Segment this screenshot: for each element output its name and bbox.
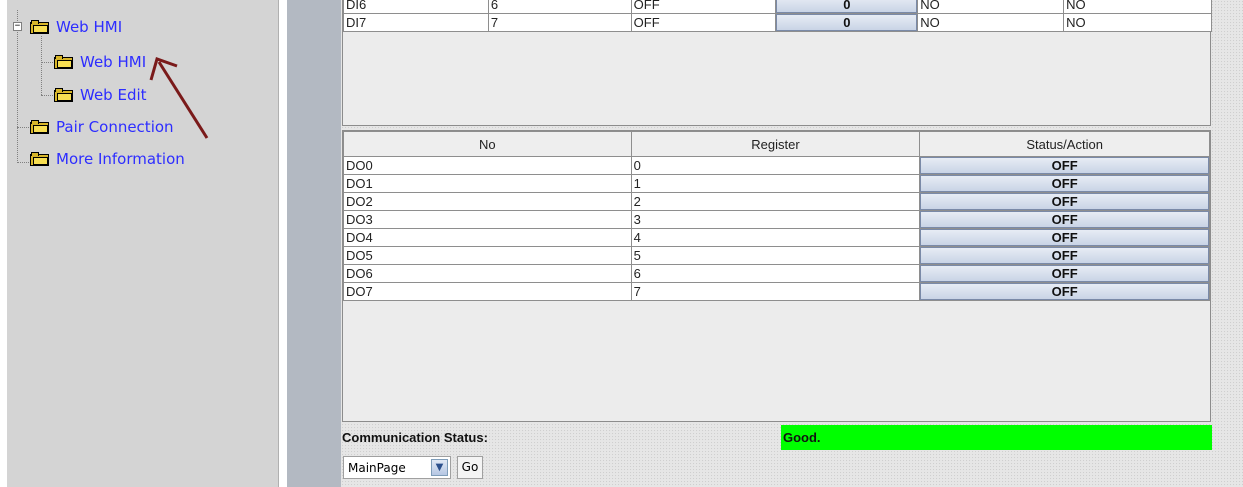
- table-row: DI6 6 OFF 0 NO NO: [343, 0, 1212, 14]
- content-gutter: [287, 0, 341, 487]
- communication-status-value: Good.: [781, 425, 1212, 450]
- folder-icon: [54, 87, 73, 102]
- tree-connector: [41, 62, 53, 63]
- table-row: DO5 5 OFF: [343, 246, 1210, 265]
- di-register: 7: [487, 13, 632, 32]
- go-button[interactable]: Go: [457, 456, 483, 479]
- do-toggle-button[interactable]: OFF: [920, 157, 1209, 174]
- di-no: DI6: [343, 0, 489, 14]
- do-toggle-button[interactable]: OFF: [920, 193, 1209, 210]
- di-value-button[interactable]: 0: [776, 14, 917, 31]
- do-no: DO1: [343, 174, 632, 193]
- do-panel: No Register Status/Action DO0 0 OFF DO1 …: [342, 130, 1211, 422]
- do-no: DO2: [343, 192, 632, 211]
- communication-status-label: Communication Status:: [342, 430, 488, 445]
- table-row: DO2 2 OFF: [343, 192, 1210, 211]
- main-content: DI6 6 OFF 0 NO NO DI7 7 OFF 0 NO NO No R…: [341, 0, 1243, 487]
- tree-item-label[interactable]: Web HMI: [80, 53, 146, 71]
- di-value-button[interactable]: 0: [776, 0, 917, 13]
- do-register: 7: [630, 282, 921, 301]
- do-register: 6: [630, 264, 921, 283]
- page-select[interactable]: MainPage ▼: [343, 456, 451, 479]
- column-header-no: No: [343, 131, 632, 157]
- di-register: 6: [487, 0, 632, 14]
- tree-item-label[interactable]: Web HMI: [56, 18, 122, 36]
- do-no: DO5: [343, 246, 632, 265]
- do-no: DO4: [343, 228, 632, 247]
- tree-connector: [17, 162, 29, 163]
- do-register: 2: [630, 192, 921, 211]
- tree-item-web-hmi-group[interactable]: Web HMI: [30, 18, 122, 36]
- di-table: DI6 6 OFF 0 NO NO DI7 7 OFF 0 NO NO: [343, 0, 1212, 32]
- do-toggle-button[interactable]: OFF: [920, 247, 1209, 264]
- table-row: DO4 4 OFF: [343, 228, 1210, 247]
- column-header-register: Register: [630, 131, 921, 157]
- do-no: DO7: [343, 282, 632, 301]
- folder-icon: [30, 119, 49, 134]
- do-toggle-button[interactable]: OFF: [920, 175, 1209, 192]
- table-row: DO6 6 OFF: [343, 264, 1210, 283]
- di-col6: NO: [1063, 0, 1212, 14]
- tree-item-web-edit[interactable]: Web Edit: [54, 86, 147, 104]
- column-header-status-action: Status/Action: [919, 131, 1210, 157]
- tree-connector: [17, 127, 29, 128]
- tree-item-more-information[interactable]: More Information: [30, 150, 185, 168]
- do-register: 0: [630, 156, 921, 175]
- do-toggle-button[interactable]: OFF: [920, 283, 1209, 300]
- di-col5: NO: [917, 0, 1065, 14]
- folder-icon: [30, 151, 49, 166]
- tree-item-label[interactable]: Web Edit: [80, 86, 147, 104]
- navigation-tree: − Web HMI Web HMI Web Edit Pair Connecti…: [7, 0, 279, 487]
- folder-open-icon: [30, 19, 49, 34]
- folder-icon: [54, 54, 73, 69]
- di-panel: DI6 6 OFF 0 NO NO DI7 7 OFF 0 NO NO: [342, 0, 1212, 126]
- do-toggle-button[interactable]: OFF: [920, 229, 1209, 246]
- table-row: DO7 7 OFF: [343, 282, 1210, 301]
- do-table: No Register Status/Action DO0 0 OFF DO1 …: [343, 131, 1210, 301]
- table-row: DO1 1 OFF: [343, 174, 1210, 193]
- di-state: OFF: [630, 0, 777, 14]
- table-row: DO3 3 OFF: [343, 210, 1210, 229]
- do-register: 5: [630, 246, 921, 265]
- tree-item-label[interactable]: More Information: [56, 150, 185, 168]
- do-register: 1: [630, 174, 921, 193]
- tree-connector: [17, 10, 18, 163]
- table-header-row: No Register Status/Action: [343, 131, 1210, 157]
- di-no: DI7: [343, 13, 489, 32]
- tree-connector: [41, 95, 53, 96]
- tree-item-web-hmi[interactable]: Web HMI: [54, 53, 146, 71]
- table-row: DO0 0 OFF: [343, 156, 1210, 175]
- do-no: DO6: [343, 264, 632, 283]
- arrow-annotation-icon: [149, 57, 209, 139]
- do-register: 4: [630, 228, 921, 247]
- di-col5: NO: [917, 13, 1065, 32]
- tree-connector: [41, 36, 42, 95]
- collapse-icon[interactable]: −: [13, 22, 22, 31]
- page-select-value: MainPage: [348, 460, 406, 475]
- di-col6: NO: [1063, 13, 1212, 32]
- di-state: OFF: [630, 13, 777, 32]
- do-toggle-button[interactable]: OFF: [920, 211, 1209, 228]
- do-no: DO0: [343, 156, 632, 175]
- chevron-down-icon[interactable]: ▼: [431, 459, 448, 476]
- do-no: DO3: [343, 210, 632, 229]
- do-register: 3: [630, 210, 921, 229]
- do-toggle-button[interactable]: OFF: [920, 265, 1209, 282]
- table-row: DI7 7 OFF 0 NO NO: [343, 13, 1212, 32]
